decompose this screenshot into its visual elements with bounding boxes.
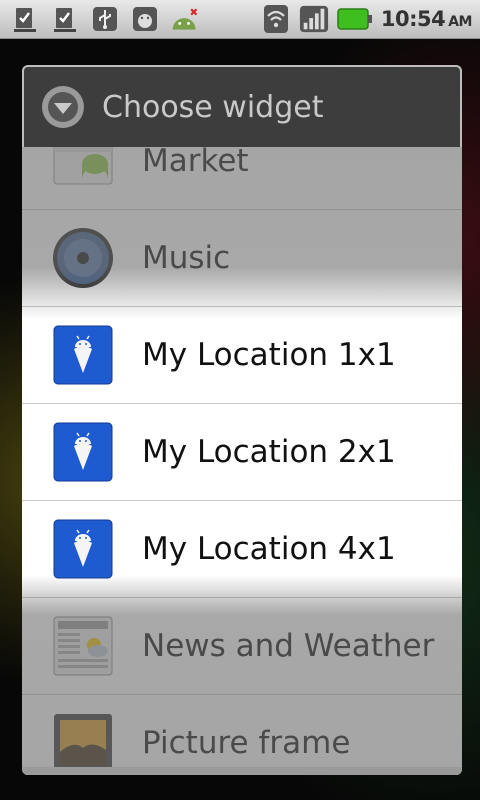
clock-ampm: AM — [448, 14, 472, 30]
android-debug-icon[interactable] — [130, 4, 160, 34]
list-item-my-location-4x1[interactable]: My Location 4x1 — [22, 501, 462, 598]
list-item-market[interactable]: Market — [22, 147, 462, 210]
battery-icon — [337, 4, 373, 34]
widget-label: My Location 4x1 — [142, 531, 396, 567]
signal-icon — [299, 4, 329, 34]
chevron-down-circle-icon — [40, 84, 86, 130]
widget-list[interactable]: Market Music My Location 1x1 My Location… — [22, 147, 462, 775]
dialog-bottom-edge — [22, 767, 462, 775]
widget-label: My Location 2x1 — [142, 434, 396, 470]
choose-widget-dialog: Choose widget Market Music My Location 1… — [22, 65, 462, 775]
dialog-title-bar: Choose widget — [22, 65, 462, 147]
notification-icons — [0, 4, 200, 34]
widget-label: Market — [142, 147, 249, 179]
clock-time: 10:54 — [380, 7, 446, 31]
list-item-music[interactable]: Music — [22, 210, 462, 307]
widget-label: My Location 1x1 — [142, 337, 396, 373]
list-item-my-location-2x1[interactable]: My Location 2x1 — [22, 404, 462, 501]
status-bar: 10:54 AM — [0, 0, 480, 39]
checklist-icon[interactable] — [50, 4, 80, 34]
list-item-picture-frame[interactable]: Picture frame — [22, 695, 462, 775]
screen: 10:54 AM Choose widget Market Music My L… — [0, 0, 480, 800]
system-icons: 10:54 AM — [261, 4, 480, 34]
picture-frame-icon — [52, 712, 114, 774]
widget-label: Music — [142, 240, 231, 276]
list-item-my-location-1x1[interactable]: My Location 1x1 — [22, 307, 462, 404]
dialog-title: Choose widget — [102, 89, 324, 125]
status-clock: 10:54 AM — [380, 7, 473, 31]
music-speaker-icon — [52, 227, 114, 289]
android-alert-icon[interactable] — [170, 4, 200, 34]
wifi-icon — [261, 4, 291, 34]
my-location-icon — [52, 518, 114, 580]
my-location-icon — [52, 421, 114, 483]
list-item-news-and-weather[interactable]: News and Weather — [22, 598, 462, 695]
checklist-icon[interactable] — [10, 4, 40, 34]
usb-icon[interactable] — [90, 4, 120, 34]
my-location-icon — [52, 324, 114, 386]
widget-label: News and Weather — [142, 628, 435, 664]
news-weather-icon — [52, 615, 114, 677]
widget-label: Picture frame — [142, 725, 351, 761]
market-icon — [52, 147, 114, 192]
